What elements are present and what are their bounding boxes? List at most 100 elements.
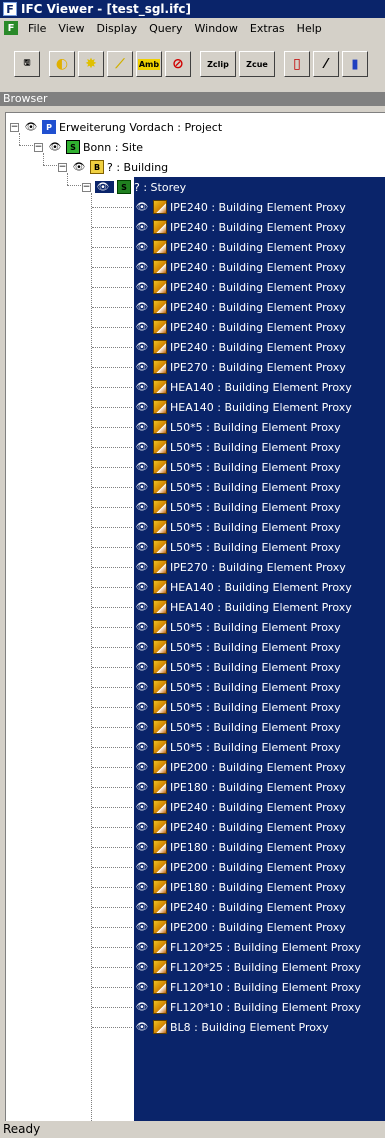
cylinder-button[interactable]: ▯	[284, 51, 310, 77]
tree-node-element[interactable]: 👁 L50*5 : Building Element Proxy	[134, 437, 341, 457]
tree-node-element[interactable]: 👁 IPE240 : Building Element Proxy	[134, 197, 346, 217]
tree-node-element[interactable]: 👁 IPE240 : Building Element Proxy	[134, 237, 346, 257]
eye-icon[interactable]: 👁	[134, 421, 150, 433]
tree-node-element[interactable]: 👁 IPE200 : Building Element Proxy	[134, 757, 346, 777]
eye-icon[interactable]: 👁	[134, 481, 150, 493]
eye-icon[interactable]: 👁	[134, 401, 150, 413]
tree-view[interactable]: − 👁 P Erweiterung Vordach : Project − 👁 …	[5, 112, 385, 1121]
eye-icon[interactable]: 👁	[134, 881, 150, 893]
eye-icon[interactable]: 👁	[134, 661, 150, 673]
menu-file[interactable]: File	[22, 22, 52, 35]
eye-icon[interactable]: 👁	[134, 901, 150, 913]
eye-icon[interactable]: 👁	[134, 521, 150, 533]
open-button[interactable]: 🖫	[14, 51, 40, 77]
eye-icon[interactable]: 👁	[134, 741, 150, 753]
tree-node-element[interactable]: 👁 IPE240 : Building Element Proxy	[134, 337, 346, 357]
eye-icon[interactable]: 👁	[47, 141, 63, 153]
tree-node-element[interactable]: 👁 IPE240 : Building Element Proxy	[134, 277, 346, 297]
eye-icon[interactable]: 👁	[134, 281, 150, 293]
ray-button[interactable]: ⟋	[107, 51, 133, 77]
menu-display[interactable]: Display	[91, 22, 144, 35]
zcue-button[interactable]: Zcue	[239, 51, 275, 77]
tree-node-element[interactable]: 👁 HEA140 : Building Element Proxy	[134, 577, 352, 597]
eye-icon[interactable]: 👁	[134, 501, 150, 513]
tree-node-element[interactable]: 👁 L50*5 : Building Element Proxy	[134, 737, 341, 757]
eye-icon[interactable]: 👁	[23, 121, 39, 133]
eye-icon[interactable]: 👁	[134, 921, 150, 933]
tree-node-element[interactable]: 👁 L50*5 : Building Element Proxy	[134, 477, 341, 497]
tree-node-element[interactable]: 👁 L50*5 : Building Element Proxy	[134, 637, 341, 657]
tree-node-element[interactable]: 👁 L50*5 : Building Element Proxy	[134, 517, 341, 537]
tree-node-element[interactable]: 👁 IPE240 : Building Element Proxy	[134, 317, 346, 337]
disable-button[interactable]: ⊘	[165, 51, 191, 77]
eye-icon[interactable]: 👁	[95, 181, 114, 193]
eye-icon[interactable]: 👁	[134, 541, 150, 553]
book-button[interactable]: ▮	[342, 51, 368, 77]
eye-icon[interactable]: 👁	[134, 561, 150, 573]
tree-node-element[interactable]: 👁 HEA140 : Building Element Proxy	[134, 377, 352, 397]
tree-node-element[interactable]: 👁 IPE240 : Building Element Proxy	[134, 297, 346, 317]
tree-node-element[interactable]: 👁 IPE270 : Building Element Proxy	[134, 557, 346, 577]
menu-help[interactable]: Help	[291, 22, 328, 35]
measure-button[interactable]: ⁄	[313, 51, 339, 77]
tree-node-element[interactable]: 👁 IPE270 : Building Element Proxy	[134, 357, 346, 377]
eye-icon[interactable]: 👁	[134, 361, 150, 373]
eye-icon[interactable]: 👁	[134, 621, 150, 633]
tree-node-element[interactable]: 👁 FL120*10 : Building Element Proxy	[134, 997, 361, 1017]
eye-icon[interactable]: 👁	[134, 681, 150, 693]
tree-node-element[interactable]: 👁 HEA140 : Building Element Proxy	[134, 397, 352, 417]
collapse-icon[interactable]: −	[82, 182, 91, 192]
eye-icon[interactable]: 👁	[134, 221, 150, 233]
eye-icon[interactable]: 👁	[71, 161, 87, 173]
tree-node-project[interactable]: − 👁 P Erweiterung Vordach : Project	[10, 117, 222, 137]
tree-node-element[interactable]: 👁 L50*5 : Building Element Proxy	[134, 457, 341, 477]
tree-node-element[interactable]: 👁 IPE240 : Building Element Proxy	[134, 897, 346, 917]
tree-node-element[interactable]: 👁 L50*5 : Building Element Proxy	[134, 617, 341, 637]
eye-icon[interactable]: 👁	[134, 701, 150, 713]
eye-icon[interactable]: 👁	[134, 841, 150, 853]
eye-icon[interactable]: 👁	[134, 961, 150, 973]
tree-node-element[interactable]: 👁 L50*5 : Building Element Proxy	[134, 537, 341, 557]
tree-node-element[interactable]: 👁 L50*5 : Building Element Proxy	[134, 697, 341, 717]
tree-node-element[interactable]: 👁 L50*5 : Building Element Proxy	[134, 677, 341, 697]
eye-icon[interactable]: 👁	[134, 381, 150, 393]
tree-node-element[interactable]: 👁 IPE200 : Building Element Proxy	[134, 857, 346, 877]
menu-query[interactable]: Query	[143, 22, 188, 35]
tree-node-element[interactable]: 👁 FL120*10 : Building Element Proxy	[134, 977, 361, 997]
tree-node-element[interactable]: 👁 IPE240 : Building Element Proxy	[134, 817, 346, 837]
menu-view[interactable]: View	[52, 22, 90, 35]
collapse-icon[interactable]: −	[34, 142, 43, 152]
tree-node-element[interactable]: 👁 IPE180 : Building Element Proxy	[134, 837, 346, 857]
document-icon[interactable]: F	[4, 21, 18, 35]
eye-icon[interactable]: 👁	[134, 861, 150, 873]
tree-node-storey[interactable]: − 👁 S ? : Storey	[82, 177, 190, 197]
eye-icon[interactable]: 👁	[134, 321, 150, 333]
eye-icon[interactable]: 👁	[134, 721, 150, 733]
tree-node-element[interactable]: 👁 IPE240 : Building Element Proxy	[134, 797, 346, 817]
amb-button[interactable]: Amb	[136, 51, 162, 77]
tree-node-building[interactable]: − 👁 B ? : Building	[58, 157, 168, 177]
tree-node-element[interactable]: 👁 L50*5 : Building Element Proxy	[134, 417, 341, 437]
light-button[interactable]: ◐	[49, 51, 75, 77]
eye-icon[interactable]: 👁	[134, 641, 150, 653]
eye-icon[interactable]: 👁	[134, 341, 150, 353]
eye-icon[interactable]: 👁	[134, 801, 150, 813]
eye-icon[interactable]: 👁	[134, 821, 150, 833]
eye-icon[interactable]: 👁	[134, 261, 150, 273]
tree-node-element[interactable]: 👁 IPE180 : Building Element Proxy	[134, 777, 346, 797]
eye-icon[interactable]: 👁	[134, 1021, 150, 1033]
tree-node-element[interactable]: 👁 L50*5 : Building Element Proxy	[134, 657, 341, 677]
tree-node-element[interactable]: 👁 IPE200 : Building Element Proxy	[134, 917, 346, 937]
eye-icon[interactable]: 👁	[134, 241, 150, 253]
tree-node-element[interactable]: 👁 L50*5 : Building Element Proxy	[134, 497, 341, 517]
eye-icon[interactable]: 👁	[134, 301, 150, 313]
tree-node-element[interactable]: 👁 IPE240 : Building Element Proxy	[134, 217, 346, 237]
eye-icon[interactable]: 👁	[134, 781, 150, 793]
tree-node-element[interactable]: 👁 FL120*25 : Building Element Proxy	[134, 937, 361, 957]
collapse-icon[interactable]: −	[10, 122, 19, 132]
tree-node-element[interactable]: 👁 IPE240 : Building Element Proxy	[134, 257, 346, 277]
eye-icon[interactable]: 👁	[134, 941, 150, 953]
collapse-icon[interactable]: −	[58, 162, 67, 172]
sun-button[interactable]: ✸	[78, 51, 104, 77]
tree-node-element[interactable]: 👁 L50*5 : Building Element Proxy	[134, 717, 341, 737]
